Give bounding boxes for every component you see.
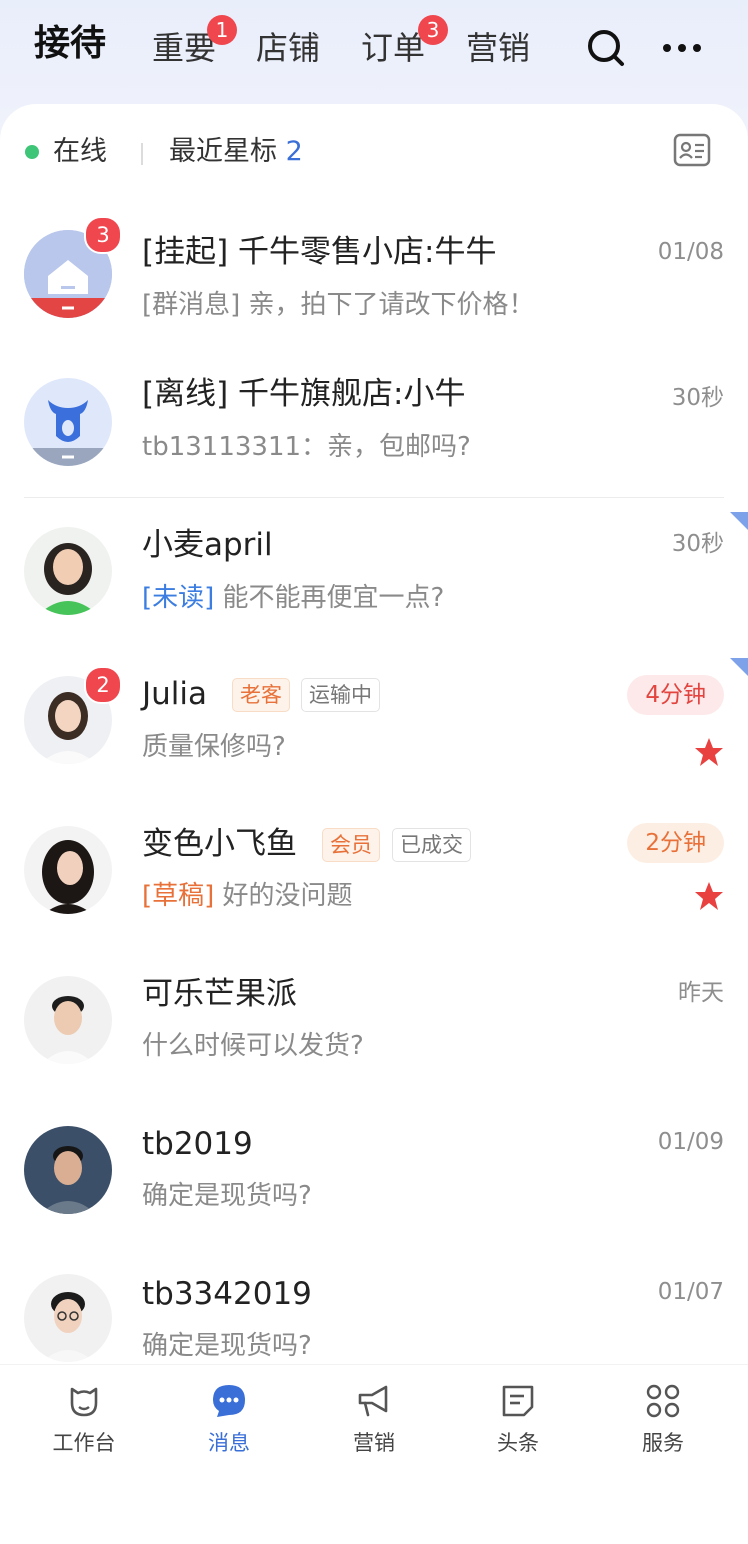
conversation-name: 可乐芒果派 [142, 976, 297, 1012]
conversation-name: tb3342019 [142, 1276, 312, 1312]
tabbar-item-news[interactable]: 头条 [458, 1381, 578, 1457]
conversation-row-3[interactable]: 小麦april 30秒 [未读] 能不能再便宜一点? [0, 500, 748, 650]
order-status-tag: 运输中 [301, 678, 380, 712]
tab-reception[interactable]: 接待 [34, 24, 106, 64]
recent-star-filter[interactable]: 最近星标 2 [169, 134, 303, 170]
unread-badge: 3 [84, 216, 122, 254]
conversation-time: 01/07 [657, 1279, 724, 1305]
conversation-name: 变色小飞鱼 [142, 826, 297, 862]
conversation-row-4[interactable]: 2 Julia 老客 运输中 4分钟 质量保修吗? [0, 650, 748, 800]
conversation-preview: 确定是现货吗? [142, 1331, 312, 1361]
conversation-time: 30秒 [671, 385, 724, 411]
tab-shop[interactable]: 店铺 [256, 28, 320, 68]
avatar [24, 1126, 112, 1214]
online-status-dot [25, 145, 39, 159]
message-icon [213, 1385, 245, 1417]
tabbar-label: 服务 [642, 1431, 684, 1455]
top-nav: 接待 重要 1 店铺 订单 3 营销 [0, 0, 748, 100]
preview-text: 好的没问题 [214, 881, 353, 911]
conversation-preview: tb13113311：亲，包邮吗? [142, 432, 471, 462]
tabbar-item-services[interactable]: 服务 [603, 1381, 723, 1457]
conversation-row-2[interactable]: [离线] 千牛旗舰店:小牛 30秒 tb13113311：亲，包邮吗? [0, 352, 748, 502]
avatar [24, 826, 112, 914]
avatar [24, 1274, 112, 1362]
conversation-time: 01/08 [657, 239, 724, 265]
conversation-name: [离线] 千牛旗舰店:小牛 [142, 376, 466, 412]
pinned-corner-marker [730, 658, 748, 676]
tabbar-item-marketing[interactable]: 营销 [314, 1381, 434, 1457]
star-icon[interactable] [694, 881, 724, 911]
search-icon[interactable] [584, 26, 628, 70]
customer-tag: 会员 [322, 828, 380, 862]
conversation-preview: [未读] 能不能再便宜一点? [142, 580, 444, 616]
news-icon [502, 1385, 534, 1417]
conversation-name: tb2019 [142, 1126, 253, 1162]
tab-orders[interactable]: 订单 [361, 28, 425, 68]
draft-prefix: [草稿] [142, 881, 215, 911]
conversation-time: 01/09 [657, 1129, 724, 1155]
conversation-preview: [群消息] 亲，拍下了请改下价格！ [142, 290, 535, 320]
unread-badge: 2 [84, 666, 122, 704]
pinned-corner-marker [730, 512, 748, 530]
tab-marketing[interactable]: 营销 [466, 28, 530, 68]
conversation-name: [挂起] 千牛零售小店:牛牛 [142, 234, 497, 270]
conversation-preview: 什么时候可以发货? [142, 1031, 364, 1061]
conversation-time: 2分钟 [627, 823, 724, 863]
tabbar-item-messages[interactable]: 消息 [169, 1381, 289, 1457]
unread-prefix: [未读] [142, 583, 215, 613]
tab-orders-badge: 3 [418, 15, 448, 45]
recent-star-label: 最近星标 [169, 136, 277, 167]
workbench-icon [70, 1387, 98, 1417]
recent-star-count: 2 [285, 136, 303, 167]
tab-important-badge: 1 [207, 15, 237, 45]
preview-text: 能不能再便宜一点? [214, 583, 445, 613]
tabbar-label: 头条 [497, 1431, 539, 1455]
conversation-time: 30秒 [671, 531, 724, 557]
tabbar-item-workbench[interactable]: 工作台 [24, 1381, 144, 1457]
status-divider [141, 143, 143, 165]
tabbar-label: 消息 [208, 1431, 250, 1455]
order-status-tag: 已成交 [392, 828, 471, 862]
avatar [24, 976, 112, 1064]
online-status-label[interactable]: 在线 [53, 134, 107, 170]
megaphone-icon [358, 1385, 388, 1417]
tab-important[interactable]: 重要 [152, 28, 216, 68]
conversation-preview: 确定是现货吗? [142, 1181, 312, 1211]
conversation-preview: 质量保修吗? [142, 732, 286, 762]
grid-icon [646, 1384, 680, 1418]
conversation-name: 小麦april [142, 527, 273, 563]
conversation-preview: [草稿] 好的没问题 [142, 878, 353, 914]
tabbar-label: 工作台 [52, 1431, 116, 1455]
conversation-row-7[interactable]: tb2019 01/09 确定是现货吗? [0, 1100, 748, 1250]
conversation-row-1[interactable]: 3 [挂起] 千牛零售小店:牛牛 01/08 [群消息] 亲，拍下了请改下价格！ [0, 204, 748, 354]
conversation-name: Julia [142, 676, 208, 712]
store-avatar [24, 378, 112, 466]
customer-tag: 老客 [232, 678, 290, 712]
contact-card-icon[interactable] [672, 130, 712, 170]
conversation-row-5[interactable]: 变色小飞鱼 会员 已成交 2分钟 [草稿] 好的没问题 [0, 800, 748, 950]
bottom-tab-bar: 工作台 消息 营销 头条 服务 [0, 1364, 748, 1475]
section-divider [24, 497, 724, 498]
conversation-time: 4分钟 [627, 675, 724, 715]
avatar [24, 527, 112, 615]
conversation-row-6[interactable]: 可乐芒果派 昨天 什么时候可以发货? [0, 950, 748, 1100]
star-icon[interactable] [694, 737, 724, 767]
conversation-time: 昨天 [678, 980, 724, 1006]
tabbar-label: 营销 [353, 1431, 395, 1455]
more-dots-icon[interactable] [660, 26, 704, 70]
